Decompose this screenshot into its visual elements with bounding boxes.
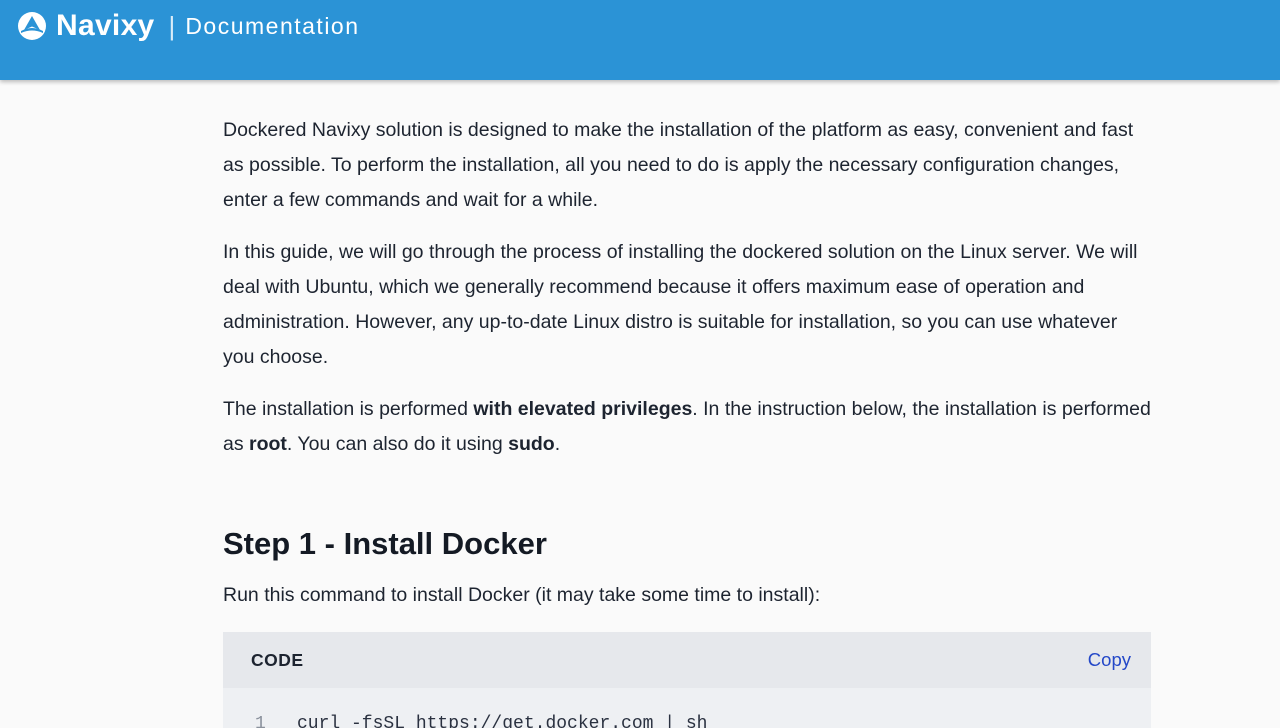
copy-button[interactable]: Copy — [1088, 649, 1131, 671]
brand-link[interactable]: Navixy | Documentation — [17, 0, 360, 52]
navixy-logo-icon — [18, 12, 46, 40]
code-block-header: CODE Copy — [223, 632, 1151, 688]
step-1-description: Run this command to install Docker (it m… — [223, 584, 821, 606]
intro-paragraph-3: The installation is performed with eleva… — [223, 392, 1151, 462]
p3-text-4: . — [554, 433, 561, 455]
intro-paragraph-2: In this guide, we will go through the pr… — [223, 241, 1138, 368]
root-text: root — [249, 433, 287, 455]
code-block: CODE Copy 1 curl -fsSL https://get.docke… — [223, 632, 1151, 728]
brand-separator: | — [168, 10, 176, 41]
p3-text-3: . You can also do it using — [286, 433, 509, 455]
top-header: Navixy | Documentation — [0, 0, 1280, 80]
code-label: CODE — [251, 649, 304, 670]
brand-name: Navixy — [56, 9, 155, 42]
step-1-heading: Step 1 - Install Docker — [223, 526, 547, 561]
code-line[interactable]: curl -fsSL https://get.docker.com | sh — [297, 714, 707, 728]
intro-paragraph-1: Dockered Navixy solution is designed to … — [223, 119, 1134, 211]
line-number: 1 — [255, 714, 266, 728]
p3-text-1: The installation is performed — [223, 398, 474, 420]
elevated-privileges-text: with elevated privileges — [473, 398, 693, 420]
section-title: Documentation — [185, 12, 360, 39]
code-body[interactable]: 1 curl -fsSL https://get.docker.com | sh — [223, 688, 1151, 728]
sudo-text: sudo — [508, 433, 555, 455]
